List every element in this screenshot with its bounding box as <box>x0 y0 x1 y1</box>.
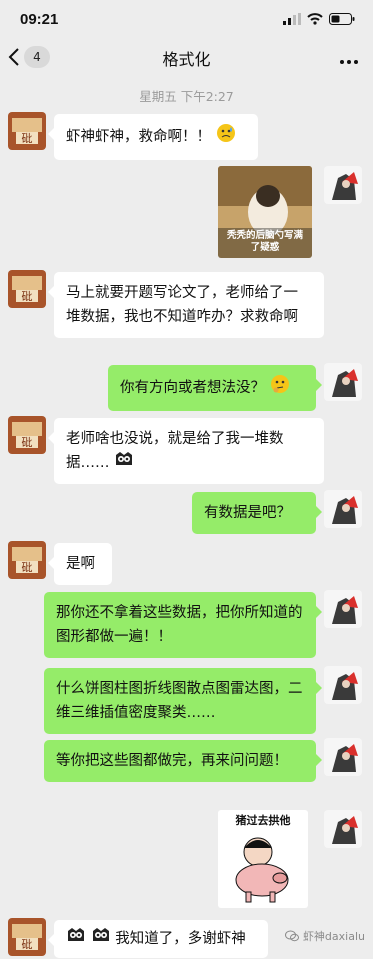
message-bubble-received[interactable]: 我知道了，多谢虾神 <box>48 920 268 958</box>
sticker-image[interactable]: 猪过去拱他 <box>218 810 308 908</box>
my-avatar[interactable] <box>324 738 362 776</box>
chevron-left-icon <box>8 48 19 66</box>
svg-text:砒: 砒 <box>22 290 33 303</box>
message-text: 是啊 <box>66 556 95 572</box>
contact-avatar[interactable]: 砒 <box>8 270 46 308</box>
message-timestamp: 星期五 下午2:27 <box>139 89 234 104</box>
signal-icon <box>283 13 301 25</box>
contact-avatar[interactable]: 砒 <box>8 416 46 454</box>
svg-text:砒: 砒 <box>22 132 33 145</box>
message-bubble-received[interactable]: 老师啥也没说，就是给了我一堆数据…… <box>48 418 324 484</box>
more-options-button[interactable] <box>339 50 359 69</box>
contact-avatar[interactable]: 砒 <box>8 918 46 956</box>
wechat-logo-icon <box>284 930 299 942</box>
message-text: 老师啥也没说，就是给了我一堆数据…… <box>66 431 284 471</box>
owl-emoji-icon <box>91 927 111 951</box>
message-text: 什么饼图柱图折线图散点图雷达图，二维三维插值密度聚类…… <box>56 681 303 721</box>
back-button[interactable]: 4 <box>8 46 50 68</box>
message-bubble-sent[interactable]: 你有方向或者想法没？ <box>108 365 322 411</box>
message-text: 你有方向或者想法没？ <box>120 380 265 396</box>
watermark: 虾神daxialu <box>284 928 365 944</box>
my-avatar[interactable] <box>324 810 362 848</box>
message-bubble-sent[interactable]: 等你把这些图都做完，再来问问题！ <box>44 740 322 782</box>
more-dots-icon <box>340 60 358 64</box>
system-icons <box>283 13 355 25</box>
svg-text:砒: 砒 <box>22 436 33 449</box>
my-avatar[interactable] <box>324 166 362 204</box>
watermark-text: 虾神daxialu <box>302 930 365 943</box>
message-text: 虾神虾神，救命啊！！ <box>66 129 211 145</box>
svg-text:砒: 砒 <box>22 938 33 951</box>
status-time: 09:21 <box>20 10 59 28</box>
message-text: 等你把这些图都做完，再来问问题！ <box>56 753 288 769</box>
contact-avatar[interactable]: 砒 <box>8 112 46 150</box>
message-bubble-received[interactable]: 是啊 <box>48 543 112 585</box>
battery-icon <box>329 13 355 25</box>
message-bubble-received[interactable]: 马上就要开题写论文了，老师给了一堆数据，我也不知道咋办？求救命啊 <box>48 272 324 338</box>
message-bubble-received[interactable]: 虾神虾神，救命啊！！ <box>48 114 258 160</box>
contact-avatar[interactable]: 砒 <box>8 541 46 579</box>
owl-emoji-icon <box>66 927 86 951</box>
my-avatar[interactable] <box>324 666 362 704</box>
sticker-image[interactable]: 秃秃的后脑勺写满了疑惑 <box>218 166 312 258</box>
chat-title: 格式化 <box>162 50 211 69</box>
message-text: 马上就要开题写论文了，老师给了一堆数据，我也不知道咋办？求救命啊 <box>66 285 298 325</box>
chat-header: 4 格式化 <box>0 38 373 78</box>
sweating-emoji-icon <box>216 123 236 151</box>
owl-emoji-icon <box>114 451 134 475</box>
message-bubble-sent[interactable]: 那你还不拿着这些数据，把你所知道的图形都做一遍！！ <box>44 592 322 658</box>
message-bubble-sent[interactable]: 有数据是吧？ <box>192 492 322 534</box>
status-bar: 09:21 <box>0 0 373 38</box>
thinking-emoji-icon <box>270 374 290 402</box>
my-avatar[interactable] <box>324 590 362 628</box>
svg-text:砒: 砒 <box>22 561 33 574</box>
message-text: 我知道了，多谢虾神 <box>115 931 246 947</box>
message-bubble-sent[interactable]: 什么饼图柱图折线图散点图雷达图，二维三维插值密度聚类…… <box>44 668 322 734</box>
sticker-caption: 秃秃的后脑勺写满了疑惑 <box>226 230 303 253</box>
my-avatar[interactable] <box>324 490 362 528</box>
message-text: 有数据是吧？ <box>204 505 291 521</box>
unread-count-badge: 4 <box>24 46 50 68</box>
my-avatar[interactable] <box>324 363 362 401</box>
wifi-icon <box>307 13 323 25</box>
message-text: 那你还不拿着这些数据，把你所知道的图形都做一遍！！ <box>56 605 303 645</box>
